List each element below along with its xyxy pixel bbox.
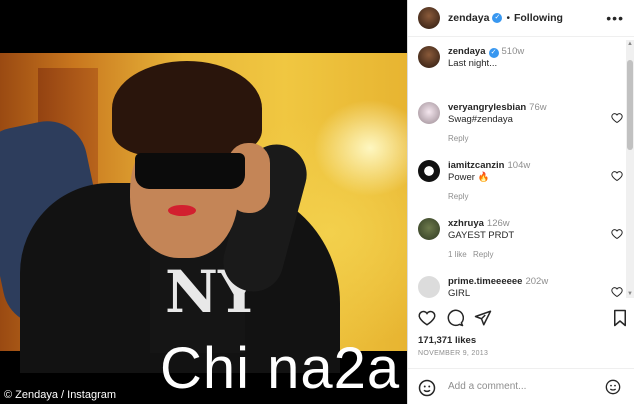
- avatar[interactable]: [418, 276, 440, 298]
- heart-icon[interactable]: [418, 309, 436, 327]
- separator-dot: •: [506, 12, 510, 24]
- comment-text: xzhruya 126w GAYEST PRDT: [448, 218, 608, 242]
- emoji-icon[interactable]: [418, 379, 436, 397]
- photo-credit: © Zendaya / Instagram: [4, 389, 117, 401]
- comments-scrollbar[interactable]: ▲ ▼: [626, 40, 634, 298]
- scroll-thumb[interactable]: [627, 60, 633, 150]
- comment-likes-count[interactable]: 1 like: [448, 250, 467, 259]
- photo-sunglasses: [135, 153, 245, 189]
- caption-row: zendaya ✓ 510w Last night...: [418, 46, 623, 86]
- comment-list: zendaya ✓ 510w Last night... veryangrylesb…: [408, 40, 634, 298]
- share-icon[interactable]: [474, 309, 492, 327]
- reply-button[interactable]: Reply: [448, 134, 468, 143]
- verified-badge-icon: ✓: [492, 13, 503, 23]
- comment-row: prime.timeeeeee 202w GIRL: [418, 276, 623, 298]
- comment-text: prime.timeeeeee 202w GIRL: [448, 276, 608, 298]
- reply-button[interactable]: Reply: [448, 192, 468, 201]
- comment-time[interactable]: 76w: [529, 102, 546, 113]
- scroll-down-arrow-icon[interactable]: ▼: [627, 291, 633, 297]
- avatar[interactable]: [418, 218, 440, 240]
- watermark: Chi na2a: [160, 336, 401, 401]
- comment-row: iamitzcanzin 104w Power 🔥 Reply: [418, 160, 623, 210]
- like-comment-icon[interactable]: [611, 170, 623, 182]
- reply-button[interactable]: Reply: [473, 250, 493, 259]
- photo-hair: [112, 61, 262, 156]
- scroll-up-arrow-icon[interactable]: ▲: [627, 41, 633, 47]
- avatar[interactable]: [418, 160, 440, 182]
- comment-text: iamitzcanzin 104w Power 🔥: [448, 160, 608, 184]
- comment-body: GIRL: [448, 288, 471, 298]
- comment-body: Swag#zendaya: [448, 114, 513, 125]
- header-username[interactable]: zendaya: [448, 12, 489, 24]
- comment-username[interactable]: iamitzcanzin: [448, 160, 505, 171]
- post-sidebar: zendaya ✓ • Following ••• zendaya ✓ 510w L…: [407, 0, 634, 404]
- likes-count[interactable]: 171,371 likes: [418, 335, 476, 346]
- comment-username[interactable]: xzhruya: [448, 218, 484, 229]
- smiley-icon[interactable]: [605, 379, 621, 395]
- post-media: NY Chi na2a © Zendaya / Instagram: [0, 0, 407, 404]
- like-comment-icon[interactable]: [611, 286, 623, 298]
- comment-time[interactable]: 202w: [525, 276, 548, 287]
- comment-row: veryangrylesbian 76w Swag#zendaya Reply: [418, 102, 623, 152]
- like-comment-icon[interactable]: [611, 112, 623, 124]
- comment-time[interactable]: 126w: [487, 218, 510, 229]
- avatar[interactable]: [418, 102, 440, 124]
- avatar[interactable]: [418, 46, 440, 68]
- post-actions: [418, 305, 628, 331]
- comment-time[interactable]: 104w: [508, 160, 531, 171]
- bookmark-icon[interactable]: [612, 309, 628, 327]
- comment-body: GAYEST PRDT: [448, 230, 515, 241]
- comment-icon[interactable]: [446, 309, 464, 327]
- following-button[interactable]: Following: [514, 12, 563, 24]
- add-comment-bar: Add a comment...: [408, 368, 634, 404]
- more-options-icon[interactable]: •••: [606, 10, 624, 26]
- comment-username[interactable]: zendaya: [448, 46, 486, 57]
- comment-row: xzhruya 126w GAYEST PRDT 1 like Reply: [418, 218, 623, 268]
- post-photo[interactable]: NY: [0, 53, 407, 373]
- photo-lips: [168, 205, 196, 216]
- verified-badge-icon: ✓: [488, 48, 499, 58]
- comment-text: zendaya ✓ 510w Last night...: [448, 46, 608, 70]
- comment-input[interactable]: Add a comment...: [448, 381, 526, 392]
- comment-body: Power 🔥: [448, 172, 490, 183]
- comment-username[interactable]: veryangrylesbian: [448, 102, 526, 113]
- comment-body: Last night...: [448, 58, 498, 69]
- post-date[interactable]: NOVEMBER 9, 2013: [418, 350, 488, 357]
- avatar[interactable]: [418, 7, 440, 29]
- post-header: zendaya ✓ • Following •••: [408, 0, 634, 37]
- like-comment-icon[interactable]: [611, 228, 623, 240]
- comment-text: veryangrylesbian 76w Swag#zendaya: [448, 102, 608, 126]
- comment-time[interactable]: 510w: [502, 46, 525, 57]
- comment-username[interactable]: prime.timeeeeee: [448, 276, 522, 287]
